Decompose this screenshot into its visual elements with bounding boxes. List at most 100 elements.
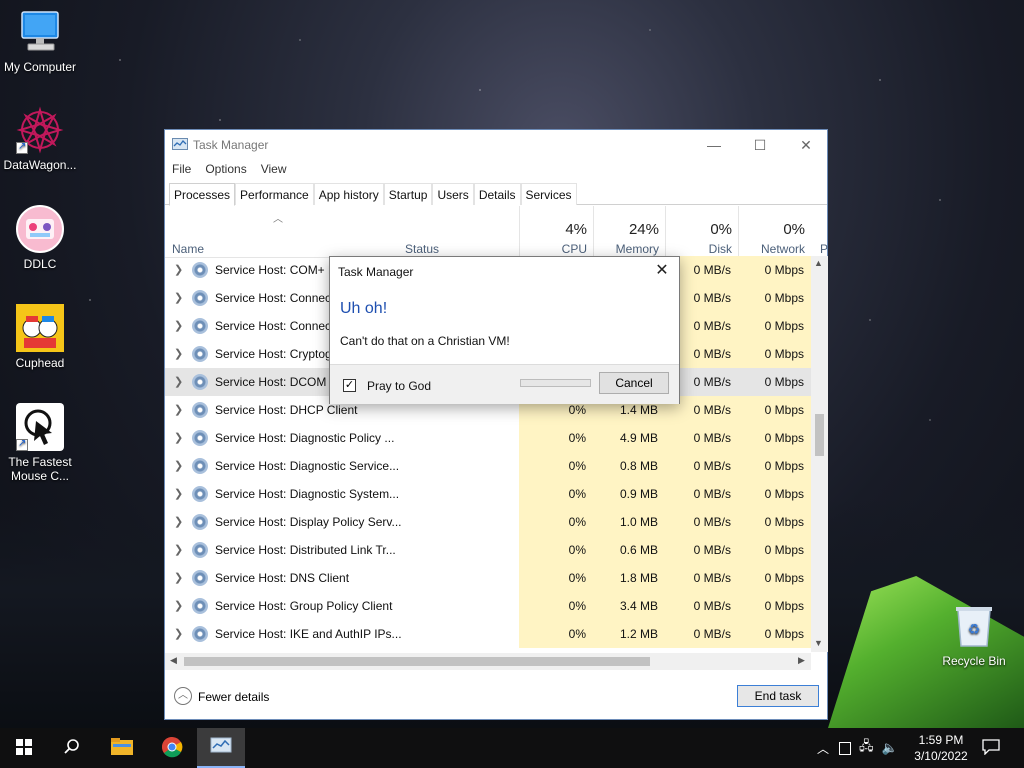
column-disk[interactable]: 0% Disk — [665, 206, 738, 258]
chevron-right-icon[interactable]: ❯ — [174, 480, 183, 508]
search-button[interactable] — [48, 728, 96, 768]
menu-view[interactable]: View — [254, 160, 294, 180]
table-row[interactable]: ❯ Service Host: Diagnostic Service... 0%… — [165, 452, 811, 480]
gear-icon — [192, 262, 208, 278]
tab-strip: Processes Performance App history Startu… — [165, 183, 827, 206]
process-cpu: 0% — [519, 508, 593, 536]
process-network: 0 Mbps — [738, 480, 811, 508]
chevron-right-icon[interactable]: ❯ — [174, 424, 183, 452]
pray-checkbox-label[interactable]: Pray to God — [367, 379, 431, 393]
tab-details[interactable]: Details — [473, 183, 521, 205]
cpu-total: 4% — [565, 221, 587, 238]
chevron-right-icon[interactable]: ❯ — [174, 508, 183, 536]
process-network: 0 Mbps — [738, 256, 811, 284]
end-task-button[interactable]: End task — [737, 685, 819, 707]
column-name[interactable]: Name — [165, 206, 399, 258]
desktop-icon-ddlc[interactable]: DDLC — [0, 205, 80, 271]
menu-options[interactable]: Options — [198, 160, 253, 180]
process-cpu: 0% — [519, 536, 593, 564]
process-name: Service Host: Distributed Link Tr... — [215, 543, 396, 557]
desktop-icon-cuphead[interactable]: Cuphead — [0, 304, 80, 370]
clock-time: 1:59 PM — [918, 733, 964, 747]
maximize-button[interactable]: ☐ — [737, 130, 783, 160]
scroll-left-icon[interactable]: ◀ — [170, 655, 177, 666]
close-button[interactable]: ✕ — [783, 130, 829, 160]
process-name: Service Host: DNS Client — [215, 571, 350, 585]
column-memory[interactable]: 24% Memory — [593, 206, 665, 258]
chevron-right-icon[interactable]: ❯ — [174, 340, 183, 368]
process-network: 0 Mbps — [738, 452, 811, 480]
chevron-right-icon[interactable]: ❯ — [174, 368, 183, 396]
notifications-button[interactable] — [968, 728, 1014, 768]
process-name: Service Host: IKE and AuthIP IPs... — [215, 627, 402, 641]
scroll-up-icon[interactable]: ▲ — [814, 258, 823, 268]
process-memory: 1.8 MB — [593, 564, 665, 592]
desktop-icon-my-computer[interactable]: My Computer — [0, 8, 80, 74]
desktop-icon-fastest-mouse[interactable]: The Fastest Mouse C... — [0, 403, 80, 483]
process-network: 0 Mbps — [738, 536, 811, 564]
scroll-down-icon[interactable]: ▼ — [814, 638, 823, 648]
gear-icon — [192, 290, 208, 306]
tab-processes[interactable]: Processes — [169, 183, 236, 206]
vertical-scroll-thumb[interactable] — [815, 414, 824, 456]
desktop-icon-datawagon[interactable]: DataWagon... — [0, 106, 80, 172]
gear-icon — [192, 318, 208, 334]
network-icon[interactable]: 🖧 — [859, 737, 874, 759]
chevron-right-icon[interactable]: ❯ — [174, 564, 183, 592]
table-row[interactable]: ❯ Service Host: IKE and AuthIP IPs... 0%… — [165, 620, 811, 648]
chevron-right-icon[interactable]: ❯ — [174, 396, 183, 424]
tab-services[interactable]: Services — [520, 183, 577, 205]
dialog-close-button[interactable]: ✕ — [651, 261, 673, 283]
tab-performance[interactable]: Performance — [235, 183, 314, 205]
gear-icon — [192, 514, 208, 530]
chrome-button[interactable] — [148, 728, 196, 768]
table-row[interactable]: ❯ Service Host: DNS Client 0% 1.8 MB 0 M… — [165, 564, 811, 592]
chevron-right-icon[interactable]: ❯ — [174, 284, 183, 312]
chevron-right-icon[interactable]: ❯ — [174, 620, 183, 648]
column-network[interactable]: 0% Network — [738, 206, 811, 258]
column-network-label: Network — [760, 242, 805, 256]
horizontal-scrollbar[interactable]: ◀ ▶ — [165, 653, 811, 670]
tab-app-history[interactable]: App history — [313, 183, 384, 205]
table-row[interactable]: ❯ Service Host: Group Policy Client 0% 3… — [165, 592, 811, 620]
cancel-button[interactable]: Cancel — [599, 372, 669, 394]
chevron-up-icon[interactable]: ︿ — [815, 740, 831, 757]
scroll-right-icon[interactable]: ▶ — [798, 655, 805, 666]
file-explorer-button[interactable] — [98, 728, 146, 768]
chevron-right-icon[interactable]: ❯ — [174, 592, 183, 620]
chevron-right-icon[interactable]: ❯ — [174, 536, 183, 564]
chevron-right-icon[interactable]: ❯ — [174, 452, 183, 480]
horizontal-scroll-thumb[interactable] — [184, 657, 650, 666]
process-memory: 0.9 MB — [593, 480, 665, 508]
column-cpu[interactable]: 4% CPU — [519, 206, 593, 258]
chevron-right-icon[interactable]: ❯ — [174, 256, 183, 284]
process-network: 0 Mbps — [764, 375, 804, 389]
gear-icon — [192, 542, 208, 558]
process-memory: 3.4 MB — [593, 592, 665, 620]
vertical-scrollbar[interactable]: ▲ ▼ — [811, 256, 828, 652]
menu-file[interactable]: File — [165, 160, 198, 180]
table-row[interactable]: ❯ Service Host: Distributed Link Tr... 0… — [165, 536, 811, 564]
chevron-right-icon[interactable]: ❯ — [174, 312, 183, 340]
column-name-label: Name — [172, 242, 205, 256]
folder-icon — [111, 737, 133, 759]
fewer-details-link[interactable]: Fewer details — [198, 690, 269, 704]
volume-icon[interactable]: 🔈 — [882, 740, 898, 756]
tab-startup[interactable]: Startup — [383, 183, 433, 205]
minimize-button[interactable]: — — [691, 130, 737, 160]
table-row[interactable]: ❯ Service Host: Display Policy Serv... 0… — [165, 508, 811, 536]
clock[interactable]: 1:59 PM 3/10/2022 — [906, 732, 976, 764]
table-row[interactable]: ❯ Service Host: Diagnostic System... 0% … — [165, 480, 811, 508]
start-button[interactable] — [0, 728, 48, 768]
desktop-icon-recycle-bin[interactable]: ♻ Recycle Bin — [934, 602, 1014, 668]
pray-checkbox[interactable]: ✓ — [343, 379, 356, 392]
column-status[interactable]: Status — [399, 206, 519, 258]
task-manager-icon — [172, 138, 188, 152]
process-cpu: 0% — [519, 592, 593, 620]
chevron-up-circle-icon[interactable]: ︿ — [174, 687, 192, 705]
tab-users[interactable]: Users — [432, 183, 474, 205]
title-bar[interactable]: Task Manager — ☐ ✕ — [165, 130, 827, 160]
task-manager-taskbar-button[interactable] — [197, 728, 245, 768]
table-row[interactable]: ❯ Service Host: Diagnostic Policy ... 0%… — [165, 424, 811, 452]
tablet-icon[interactable] — [839, 741, 851, 755]
